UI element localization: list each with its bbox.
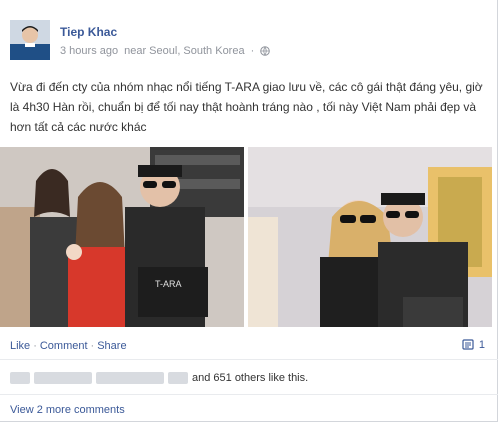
comment-count[interactable]: 1: [462, 339, 485, 351]
album-label-left: T-ARA: [155, 279, 182, 289]
photo-grid: T-ARA: [0, 147, 498, 327]
action-separator: ·: [90, 340, 95, 352]
like-link[interactable]: Like: [10, 340, 30, 352]
likes-text[interactable]: and 651 others like this.: [192, 372, 308, 384]
author-avatar[interactable]: [10, 20, 50, 60]
post-meta: 3 hours ago near Seoul, South Korea ·: [60, 45, 271, 57]
divider: [0, 394, 498, 395]
action-separator: ·: [33, 340, 37, 352]
comment-link[interactable]: Comment: [40, 340, 88, 352]
post-actions: Like · Comment · Share: [10, 340, 127, 352]
blurred-name: [96, 372, 164, 384]
comment-count-value: 1: [478, 339, 485, 351]
post-text: Vừa đi đến cty của nhóm nhạc nổi tiếng T…: [10, 80, 483, 134]
likes-summary: and 651 others like this.: [10, 370, 308, 386]
post-time[interactable]: 3 hours ago: [60, 45, 118, 57]
share-link[interactable]: Share: [97, 340, 126, 352]
photo-left[interactable]: T-ARA: [0, 147, 244, 327]
blurred-name: [168, 372, 188, 384]
divider: [0, 359, 498, 360]
blurred-name: [34, 372, 92, 384]
post-location[interactable]: near Seoul, South Korea: [124, 45, 244, 57]
view-more-comments-link[interactable]: View 2 more comments: [10, 404, 125, 416]
photo-right[interactable]: [248, 147, 492, 327]
meta-separator: ·: [250, 45, 255, 57]
comment-icon: [462, 339, 474, 350]
author-name[interactable]: Tiep Khac: [60, 25, 117, 39]
blurred-name: [10, 372, 30, 384]
post-card: Tiep Khac 3 hours ago near Seoul, South …: [0, 0, 498, 422]
globe-icon[interactable]: [260, 46, 271, 56]
